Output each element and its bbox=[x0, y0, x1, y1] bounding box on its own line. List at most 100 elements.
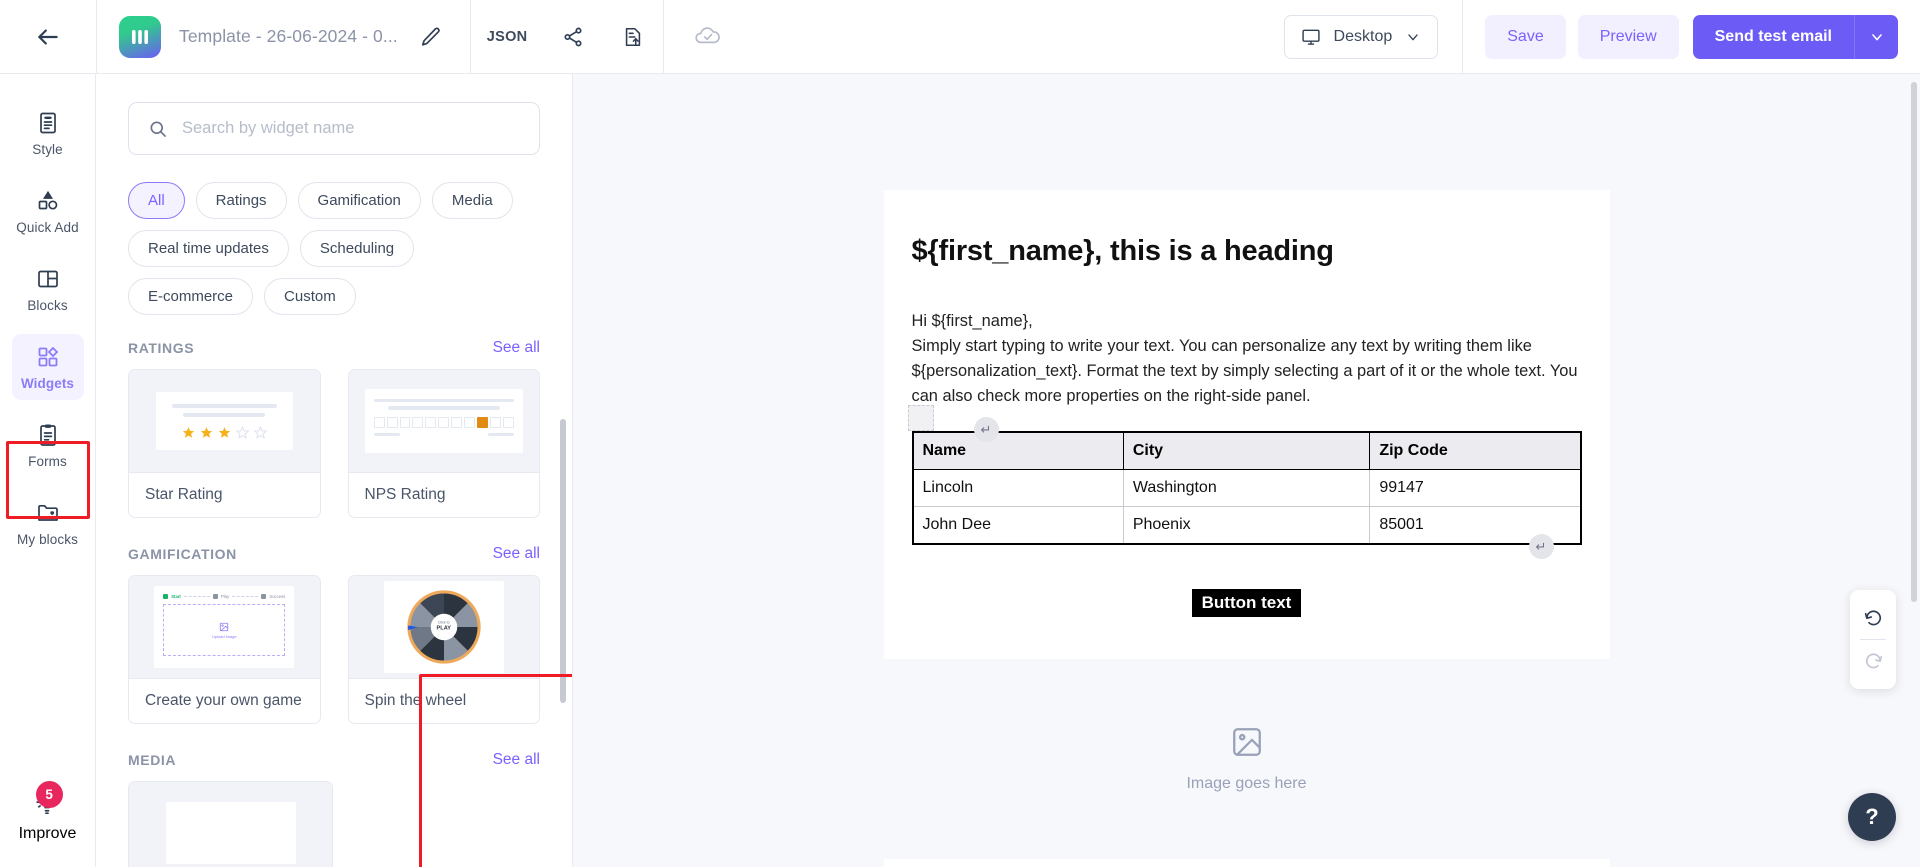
widgets-icon bbox=[36, 345, 60, 369]
section-header: MEDIA See all bbox=[128, 751, 540, 769]
sidebar-item-blocks[interactable]: Blocks bbox=[12, 256, 84, 322]
widget-card-media[interactable] bbox=[128, 781, 333, 867]
email-heading[interactable]: ${first_name}, this is a heading bbox=[912, 234, 1582, 269]
cards-row: Start Play Success Upload image Create y… bbox=[128, 575, 540, 724]
chip-scheduling[interactable]: Scheduling bbox=[299, 230, 415, 267]
chip-e-commerce[interactable]: E-commerce bbox=[128, 278, 254, 315]
back-button[interactable] bbox=[0, 0, 96, 74]
chip-real-time-updates[interactable]: Real time updates bbox=[128, 230, 289, 267]
redo-button[interactable] bbox=[1850, 644, 1896, 678]
rename-template-button[interactable] bbox=[420, 26, 442, 48]
cards-row: Star Rating NPS Rating bbox=[128, 369, 540, 518]
app-logo-icon bbox=[119, 15, 161, 58]
save-button[interactable]: Save bbox=[1485, 14, 1566, 59]
style-icon bbox=[36, 111, 60, 135]
widgets-panel-scrollbar[interactable] bbox=[560, 419, 566, 703]
table-cell[interactable]: Lincoln bbox=[912, 469, 1124, 508]
json-button[interactable]: JSON bbox=[471, 29, 544, 45]
email-builder-app: Template - 26-06-2024 - 0... JSON Deskto… bbox=[0, 0, 1920, 867]
column-header-zip-code: Zip Code bbox=[1369, 431, 1581, 471]
undo-button[interactable] bbox=[1850, 601, 1896, 635]
table-cell[interactable]: Washington bbox=[1122, 469, 1371, 508]
sidebar-item-label: My blocks bbox=[17, 532, 78, 547]
chip-all[interactable]: All bbox=[128, 182, 185, 219]
table-row[interactable]: John Dee Phoenix 85001 bbox=[912, 506, 1581, 545]
widget-card-create-your-own-game[interactable]: Start Play Success Upload image Create y… bbox=[128, 575, 321, 724]
email-image-placeholder[interactable]: Image goes here bbox=[883, 659, 1610, 860]
chevron-down-icon bbox=[1869, 29, 1885, 45]
email-table[interactable]: Name City Zip Code Lincoln Washington 99… bbox=[911, 431, 1582, 546]
widget-filter-chips: All Ratings Gamification Media Real time… bbox=[128, 182, 540, 315]
section-title: RATINGS bbox=[128, 340, 195, 356]
app-logo[interactable] bbox=[97, 15, 179, 58]
preview-button[interactable]: Preview bbox=[1577, 14, 1679, 59]
section-media: MEDIA See all bbox=[128, 751, 540, 867]
device-preview-select[interactable]: Desktop bbox=[1283, 14, 1439, 59]
see-all-ratings-link[interactable]: See all bbox=[493, 339, 540, 357]
pencil-icon bbox=[420, 26, 442, 48]
table-return-marker-top[interactable]: ↵ bbox=[973, 417, 999, 443]
undo-icon bbox=[1863, 608, 1884, 629]
search-input[interactable] bbox=[182, 119, 520, 138]
chip-media[interactable]: Media bbox=[431, 182, 513, 219]
arrow-left-icon bbox=[35, 24, 61, 50]
chip-ratings[interactable]: Ratings bbox=[195, 182, 287, 219]
improve-button[interactable]: 5 Improve bbox=[18, 781, 77, 843]
sidebar-item-style[interactable]: Style bbox=[12, 100, 84, 166]
widget-card-nps-rating[interactable]: NPS Rating bbox=[347, 369, 540, 518]
widget-card-spin-the-wheel[interactable]: Click to PLAY Spin the wheel bbox=[347, 575, 540, 724]
nps-rating-thumb bbox=[348, 370, 539, 472]
sidebar-item-label: Blocks bbox=[27, 298, 68, 313]
sidebar-item-my-blocks[interactable]: My blocks bbox=[12, 490, 84, 556]
send-test-email-caret-button[interactable] bbox=[1854, 14, 1898, 59]
table-cell[interactable]: John Dee bbox=[912, 506, 1124, 545]
top-toolbar: Template - 26-06-2024 - 0... JSON Deskto… bbox=[0, 0, 1920, 74]
sidebar-item-label: Quick Add bbox=[16, 220, 79, 235]
sidebar-item-widgets[interactable]: Widgets bbox=[11, 334, 84, 400]
widgets-scroll-area[interactable]: RATINGS See all Star Rating NPS Rating G… bbox=[96, 339, 572, 867]
table-cell[interactable]: Phoenix bbox=[1122, 506, 1371, 545]
table-head: Name City Zip Code bbox=[912, 431, 1581, 471]
chip-custom[interactable]: Custom bbox=[264, 278, 356, 315]
star-rating-thumb bbox=[129, 370, 320, 472]
table-return-marker-bottom[interactable]: ↵ bbox=[1528, 534, 1554, 560]
sidebar-item-forms[interactable]: Forms bbox=[12, 412, 84, 478]
document-upload-icon bbox=[622, 26, 644, 48]
table-drag-handle[interactable] bbox=[907, 405, 934, 432]
email-canvas[interactable]: ${first_name}, this is a heading Hi ${fi… bbox=[573, 74, 1920, 867]
sidebar-item-label: Style bbox=[32, 142, 63, 157]
workspace: Style Quick Add Blocks Widgets Forms My … bbox=[0, 74, 1920, 867]
canvas-scrollbar[interactable] bbox=[1911, 82, 1917, 602]
export-button[interactable] bbox=[603, 0, 663, 74]
search-widget-box[interactable] bbox=[128, 102, 540, 155]
email-cta-button[interactable]: Button text bbox=[1191, 589, 1302, 618]
email-document[interactable]: ${first_name}, this is a heading Hi ${fi… bbox=[883, 190, 1610, 867]
search-icon bbox=[148, 119, 168, 139]
see-all-media-link[interactable]: See all bbox=[493, 751, 540, 769]
widget-card-label: Spin the wheel bbox=[348, 678, 539, 723]
sidebar-item-label: Forms bbox=[28, 454, 67, 469]
widget-card-label: NPS Rating bbox=[348, 472, 539, 517]
sidebar-item-quick-add[interactable]: Quick Add bbox=[12, 178, 84, 244]
email-table-block[interactable]: ↵ ↵ Name City Zip Code Lincoln Washingto… bbox=[907, 405, 1582, 560]
email-greeting[interactable]: Hi ${first_name}, bbox=[912, 309, 1582, 334]
share-button[interactable] bbox=[543, 0, 603, 74]
improve-label: Improve bbox=[18, 825, 77, 842]
send-test-email-button[interactable]: Send test email bbox=[1692, 14, 1854, 59]
cloud-check-icon bbox=[693, 22, 723, 52]
section-ratings: RATINGS See all Star Rating NPS Rating bbox=[128, 339, 540, 518]
section-gamification: GAMIFICATION See all Start Play Success … bbox=[128, 545, 540, 724]
chevron-down-icon bbox=[1405, 29, 1421, 45]
email-paragraph[interactable]: Simply start typing to write your text. … bbox=[912, 334, 1582, 409]
see-all-gamification-link[interactable]: See all bbox=[493, 545, 540, 563]
spin-wheel-thumb: Click to PLAY bbox=[348, 576, 539, 678]
control-divider bbox=[1860, 639, 1886, 640]
help-button[interactable]: ? bbox=[1848, 793, 1896, 841]
widget-card-star-rating[interactable]: Star Rating bbox=[128, 369, 321, 518]
chip-gamification[interactable]: Gamification bbox=[297, 182, 421, 219]
template-title[interactable]: Template - 26-06-2024 - 0... bbox=[179, 26, 398, 47]
table-cell[interactable]: 99147 bbox=[1369, 469, 1581, 508]
table-row[interactable]: Lincoln Washington 99147 bbox=[912, 469, 1581, 508]
toolbar-actions: JSON bbox=[471, 0, 664, 74]
section-title: GAMIFICATION bbox=[128, 546, 237, 562]
